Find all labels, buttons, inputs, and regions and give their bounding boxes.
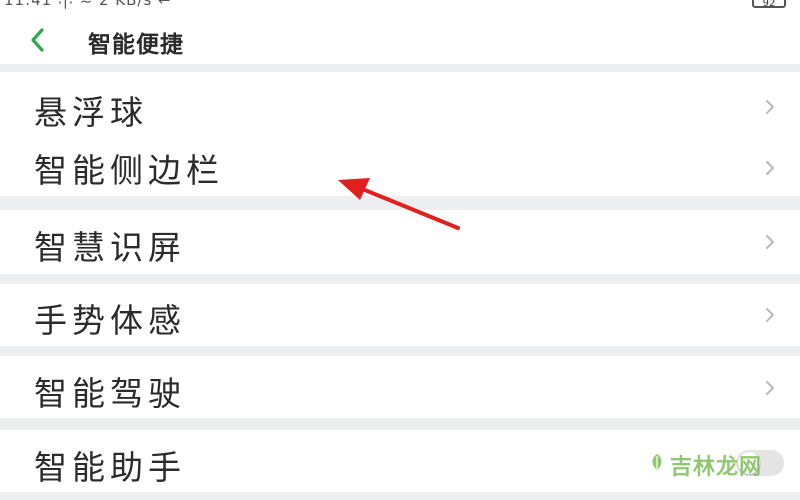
settings-group-1: 悬浮球 智能侧边栏 xyxy=(0,72,800,196)
settings-row-smart-sidebar[interactable]: 智能侧边栏 xyxy=(0,138,800,196)
watermark-text: 吉林龙网 xyxy=(669,455,762,480)
back-button[interactable] xyxy=(22,20,62,60)
chevron-right-icon xyxy=(766,308,774,322)
status-bar-text: 11:41 ∶|∶ ≈ 2 KB/s ← xyxy=(4,0,172,9)
settings-group-3: 手势体感 xyxy=(0,284,800,346)
battery-level: 92 xyxy=(762,0,776,9)
settings-row-floating-ball[interactable]: 悬浮球 xyxy=(0,72,800,138)
chevron-right-icon xyxy=(766,381,774,395)
row-label: 智慧识屏 xyxy=(34,228,186,267)
chevron-right-icon xyxy=(766,161,774,175)
row-label: 智能侧边栏 xyxy=(34,151,224,190)
settings-row-smart-screen-recognition[interactable]: 智慧识屏 xyxy=(0,210,800,274)
settings-row-gesture-motion[interactable]: 手势体感 xyxy=(0,284,800,346)
chevron-right-icon xyxy=(766,235,774,249)
row-label: 悬浮球 xyxy=(34,93,148,132)
status-bar: 11:41 ∶|∶ ≈ 2 KB/s ← 92 xyxy=(0,0,800,12)
settings-screen: 11:41 ∶|∶ ≈ 2 KB/s ← 92 智能便捷 悬浮球 智能侧边栏 智… xyxy=(0,0,800,500)
settings-row-smart-driving[interactable]: 智能驾驶 xyxy=(0,356,800,418)
page-title: 智能便捷 xyxy=(88,32,184,58)
leaf-logo-icon xyxy=(652,454,662,470)
row-label: 手势体感 xyxy=(34,301,186,340)
row-label: 智能助手 xyxy=(34,448,186,487)
settings-group-2: 智慧识屏 xyxy=(0,210,800,274)
row-label: 智能驾驶 xyxy=(34,374,186,413)
page-header: 智能便捷 xyxy=(0,12,800,64)
site-watermark: 吉林龙网 xyxy=(652,449,762,481)
battery-icon: 92 xyxy=(752,0,786,9)
chevron-left-icon xyxy=(31,28,44,52)
settings-group-4: 智能驾驶 xyxy=(0,356,800,418)
chevron-right-icon xyxy=(766,100,774,114)
